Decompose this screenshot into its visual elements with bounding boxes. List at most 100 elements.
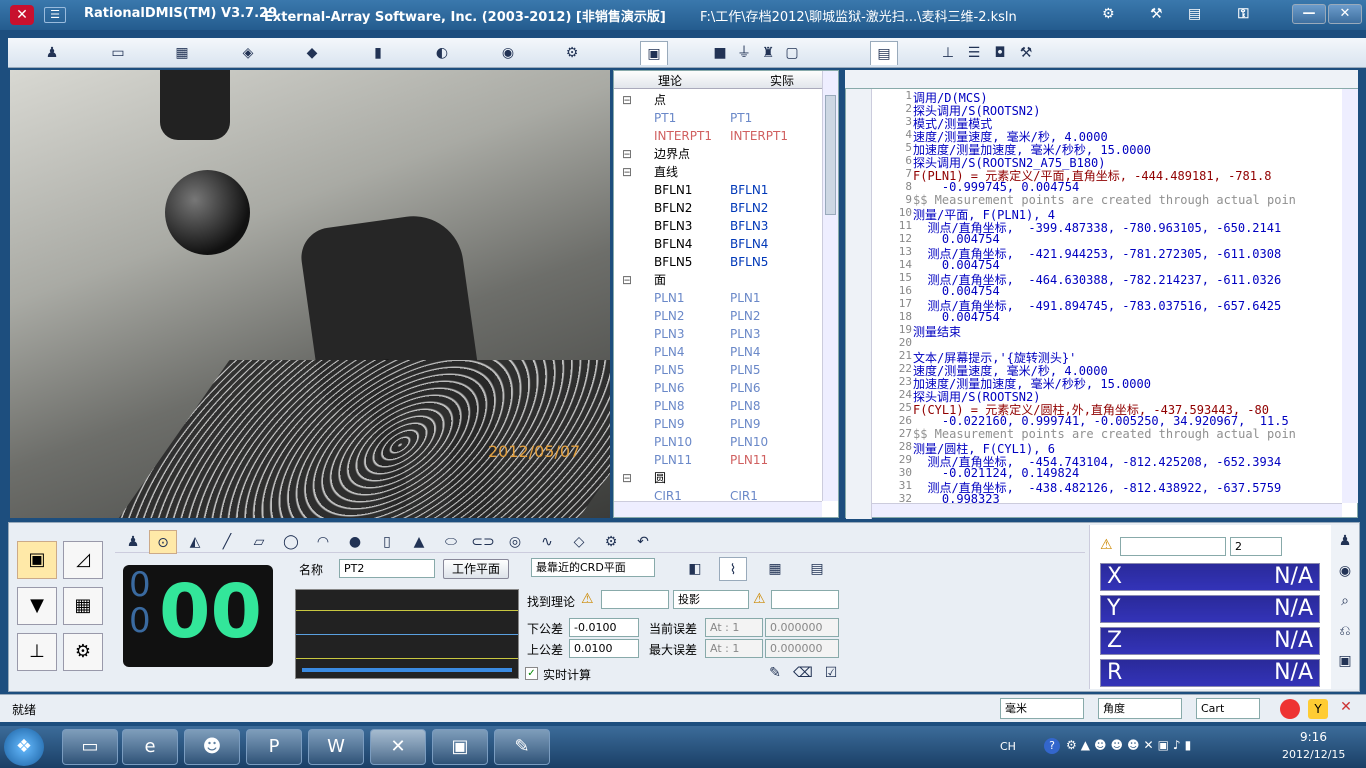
window-icon[interactable]: ▢ [778, 41, 806, 65]
cylinder-feature-icon[interactable]: ▯ [373, 530, 401, 554]
angle-select[interactable]: 角度 [1098, 698, 1182, 719]
tree-item-nominal[interactable]: INTERPT1 [654, 127, 712, 145]
tree-item-actual[interactable]: PLN9 [730, 415, 761, 433]
app-logo-icon[interactable]: ✕ [10, 5, 34, 25]
list-icon[interactable]: ☰ [960, 41, 988, 65]
tree-expand-icon[interactable]: ⊟ [622, 163, 632, 181]
lang-indicator[interactable]: CH [1000, 740, 1016, 753]
projection-select[interactable]: 投影 [673, 590, 749, 609]
manual-mode-icon[interactable]: ▣ [17, 541, 57, 579]
side-icon-5[interactable]: ▣ [1331, 649, 1359, 673]
tree-item-nominal[interactable]: BFLN2 [654, 199, 692, 217]
plane-select[interactable]: 最靠近的CRD平面 [531, 558, 655, 577]
tree-item-actual[interactable]: PLN6 [730, 379, 761, 397]
workplane-button[interactable]: 工作平面 [443, 559, 509, 579]
menu-icon[interactable]: ☰ [44, 7, 66, 23]
side-icon-1[interactable]: ♟ [1331, 529, 1359, 553]
graph-view-icon[interactable]: ⌇ [719, 557, 747, 581]
machine-mode-icon[interactable]: ⚙ [63, 633, 103, 671]
cone-feature-icon[interactable]: ▲ [405, 530, 433, 554]
tree-item-nominal[interactable]: BFLN5 [654, 253, 692, 271]
cad-tab-icon[interactable]: ◈ [234, 41, 262, 65]
probe-tab-icon[interactable]: ♟ [38, 41, 66, 65]
point-feature-icon[interactable]: ⊙ [149, 530, 177, 554]
axis-mode-icon[interactable]: ⊥ [17, 633, 57, 671]
box-mode-icon[interactable]: ▦ [63, 587, 103, 625]
paint-taskbar-icon[interactable]: ✎ [494, 729, 550, 765]
tree-item-actual[interactable]: PLN8 [730, 397, 761, 415]
undo-icon[interactable]: ↶ [629, 530, 657, 554]
tree-item-nominal[interactable]: PLN6 [654, 379, 685, 397]
projection-input[interactable] [771, 590, 839, 609]
tools-icon[interactable]: ⚒ [1012, 41, 1040, 65]
disk-tab-icon[interactable]: ◉ [494, 41, 522, 65]
scan-tab-icon[interactable]: ◐ [428, 41, 456, 65]
tree-item-actual[interactable]: PLN10 [730, 433, 768, 451]
qq-taskbar-icon[interactable]: ☻ [184, 729, 240, 765]
report-view-icon[interactable]: ▤ [803, 557, 831, 581]
lower-tol-input[interactable]: -0.0100 [569, 618, 639, 637]
ellipse-feature-icon[interactable]: ⬭ [437, 530, 465, 554]
realtime-checkbox[interactable]: ✓ [525, 667, 538, 680]
table-tab-icon[interactable]: ▦ [168, 41, 196, 65]
tree-item-nominal[interactable]: PLN2 [654, 307, 685, 325]
tree-item-nominal[interactable]: PLN10 [654, 433, 692, 451]
tree-hscrollbar[interactable] [614, 501, 822, 517]
tree-item-actual[interactable]: PLN3 [730, 325, 761, 343]
side-icon-4[interactable]: ⎌ [1331, 619, 1359, 643]
code-line[interactable]: -0.021124, 0.149824 [913, 466, 1079, 480]
help-icon[interactable]: ? [1044, 738, 1060, 754]
tree-item-actual[interactable]: PLN5 [730, 361, 761, 379]
find-nominal-input[interactable] [601, 590, 669, 609]
ie-taskbar-icon[interactable]: e [122, 729, 178, 765]
feature-tree[interactable]: 理论 实际 点 ⊟ PT1 PT1 INTERPT1 INTERPT1 边界点 ⊟ 直线 ⊟ BFL… [613, 70, 839, 518]
tree-item-actual[interactable]: PLN11 [730, 451, 768, 469]
tree-item-actual[interactable]: BFLN1 [730, 181, 768, 199]
code-line[interactable]: $$ Measurement points are created throug… [913, 193, 1296, 207]
tree-item-nominal[interactable]: PT1 [654, 109, 676, 127]
view1-icon[interactable]: ◧ [681, 557, 709, 581]
program-tab-icon[interactable]: ▤ [870, 41, 898, 65]
feature-tab-icon[interactable]: ▣ [640, 41, 668, 65]
upper-tol-input[interactable]: 0.0100 [569, 639, 639, 658]
tree-expand-icon[interactable]: ⊟ [622, 145, 632, 163]
tray-icons[interactable]: ⚙▲☻☻☻✕▣♪▮ [1066, 738, 1195, 752]
tree-item-nominal[interactable]: 直线 [654, 163, 678, 181]
toolbar-icon-2[interactable]: ⚒ [1150, 6, 1174, 24]
tree-item-nominal[interactable]: PLN9 [654, 415, 685, 433]
arc-feature-icon[interactable]: ◠ [309, 530, 337, 554]
tree-item-actual[interactable]: BFLN2 [730, 199, 768, 217]
powerpoint-taskbar-icon[interactable]: P [246, 729, 302, 765]
toolbar-icon-3[interactable]: ▤ [1188, 6, 1218, 24]
code-line[interactable]: 0.004754 [913, 284, 1000, 298]
tree-item-actual[interactable]: BFLN5 [730, 253, 768, 271]
sensor-tab-icon[interactable]: ▮ [364, 41, 392, 65]
tree-item-nominal[interactable]: BFLN1 [654, 181, 692, 199]
plane-feature-icon[interactable]: ▱ [245, 530, 273, 554]
editor-hscrollbar[interactable] [872, 503, 1342, 517]
code-line[interactable]: -0.022160, 0.999741, -0.005250, 34.92096… [913, 414, 1289, 428]
program-editor[interactable]: 1 调用/D(MCS) 2 探头调用/S(ROOTSN2) 3 模式/测量模式 4 速度/测量… [845, 88, 1358, 519]
probe-mode-icon[interactable]: ▼ [17, 587, 57, 625]
camera-view[interactable]: 2012/05/07 [10, 70, 610, 518]
gear-feature-icon[interactable]: ⚙ [597, 530, 625, 554]
tree-item-actual[interactable]: BFLN4 [730, 235, 768, 253]
tree-item-nominal[interactable]: PLN3 [654, 325, 685, 343]
code-line[interactable]: -0.999745, 0.004754 [913, 180, 1079, 194]
minimize-button[interactable]: — [1292, 4, 1326, 24]
dro-name-input[interactable] [1120, 537, 1226, 556]
tree-item-nominal[interactable]: 边界点 [654, 145, 690, 163]
tree-item-nominal[interactable]: PLN1 [654, 289, 685, 307]
tree-expand-icon[interactable]: ⊟ [622, 91, 632, 109]
viewer-taskbar-icon[interactable]: ▣ [432, 729, 488, 765]
toolbar-icon-1[interactable]: ⚙ [1102, 6, 1126, 24]
tree-item-nominal[interactable]: PLN8 [654, 397, 685, 415]
status-icon-1[interactable] [1280, 699, 1300, 719]
tree-item-actual[interactable]: BFLN3 [730, 217, 768, 235]
settings-tab-icon[interactable]: ⚙ [558, 41, 586, 65]
report-tab-icon[interactable]: ▭ [104, 41, 132, 65]
tree-item-nominal[interactable]: BFLN4 [654, 235, 692, 253]
accept-icon[interactable]: ☑ [817, 661, 845, 685]
edge-point-icon[interactable]: ◭ [181, 530, 209, 554]
word-taskbar-icon[interactable]: W [308, 729, 364, 765]
